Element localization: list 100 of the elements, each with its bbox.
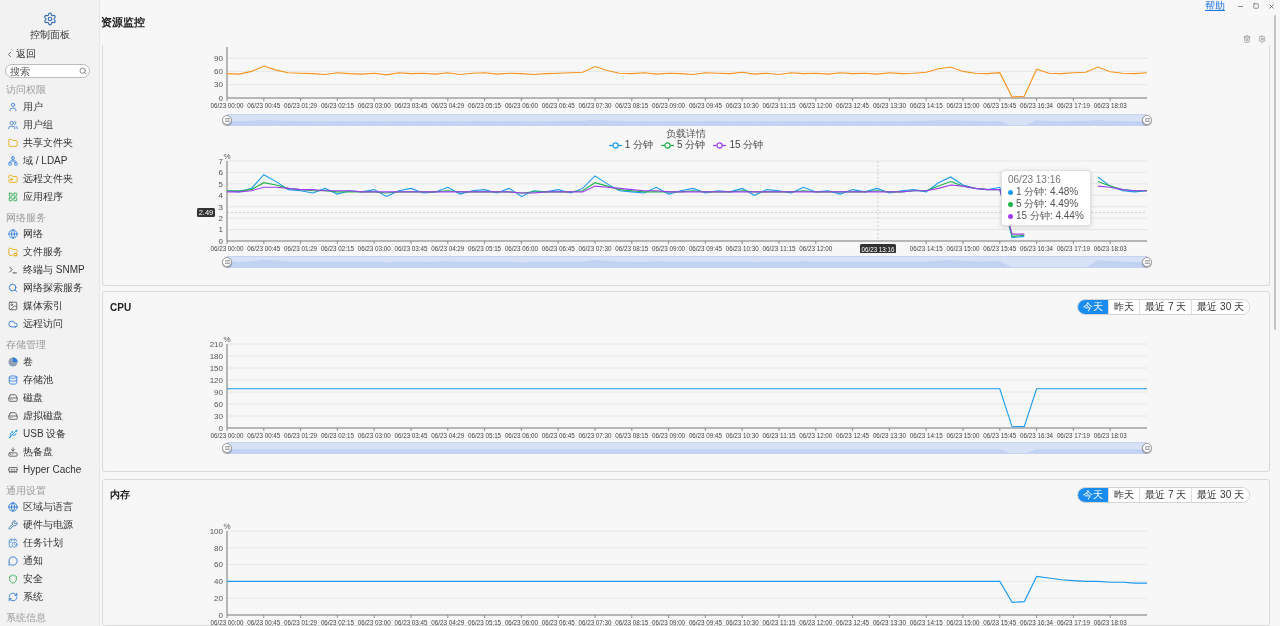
tick-label: 3 [218,202,223,212]
refresh-icon [8,592,18,603]
tick-label: 0 [218,610,223,620]
slider-handle[interactable] [1142,443,1152,453]
sidebar-item[interactable]: 远程访问 [0,315,99,334]
tick-label: 30 [214,80,223,90]
close-icon[interactable] [1268,2,1275,10]
tick-label: 20 [214,594,223,603]
user-icon [8,101,18,112]
sidebar-item[interactable]: 磁盘 [0,388,99,407]
tick-label: 120 [209,375,223,385]
axis-unit: % [223,152,231,161]
sidebar-item[interactable]: 用户组 [0,115,99,134]
tick-label: 5 [218,179,223,189]
sidebar-item[interactable]: 存储池 [0,371,99,389]
tick-label: 1 [218,225,223,235]
database-icon [8,374,18,385]
y-axis [226,46,228,99]
wrench-icon [8,520,18,531]
chat-bubble-icon [8,556,18,567]
sidebar-item[interactable]: 通知 [0,552,99,571]
tooltip-value: 5 分钟: 4.49% [1016,198,1079,210]
range-tab[interactable]: 最近 30 天 [1191,300,1249,314]
pie-icon [8,357,18,367]
tick-label: 06/23 18:03 [1093,618,1136,625]
trash-icon[interactable] [1243,34,1251,43]
tick-label: 60 [214,560,223,570]
maximize-icon[interactable] [1253,3,1259,9]
slider-handle[interactable] [1142,115,1152,125]
panel-title: CPU [110,301,132,313]
sidebar-group-title: 存储管理 [5,338,47,353]
memory-icon [8,464,18,475]
sidebar-item[interactable]: USB 设备 [0,424,99,443]
tick-label: 6 [218,168,223,178]
sidebar-item[interactable]: 网络 [0,225,99,244]
search-icon [8,283,18,294]
tick-label: 0 [218,93,223,103]
tick-label: 06/23 18:03 [1093,431,1136,439]
grid-icon [8,191,18,202]
sidebar-group-title: 访问权限 [5,83,47,97]
folder-icon [8,247,18,258]
sidebar-item[interactable]: 共享文件夹 [0,133,99,152]
range-tab[interactable]: 最近 30 天 [1191,488,1249,502]
slider-handle[interactable] [1142,257,1152,267]
sidebar-item[interactable]: 远程文件夹 [0,169,99,188]
sidebar-item[interactable]: 应用程序 [0,187,99,206]
sidebar-item[interactable]: 区域与语言 [0,498,99,517]
sidebar-item[interactable]: 虚拟磁盘 [0,406,99,425]
tick-label: 210 [209,339,223,349]
legend-item[interactable]: 5 分钟 [661,138,706,152]
hard-drive-icon [8,410,18,421]
sidebar-item[interactable]: 终端与 SNMP [0,261,99,280]
tick-label: 150 [209,363,223,373]
settings-icon[interactable] [1258,34,1266,43]
tick-label: 90 [214,387,223,397]
sidebar-item[interactable]: 硬件与电源 [0,516,99,535]
tick-label: 2 [218,213,223,223]
scrollbar-thumb[interactable] [1274,15,1276,330]
back-link[interactable]: 返回 [0,47,36,61]
sidebar-item[interactable]: 卷 [0,353,99,371]
sidebar-item[interactable]: 任务计划 [0,534,99,553]
sidebar-item[interactable]: 热备盘 [0,442,99,461]
sidebar-item[interactable]: 安全 [0,570,99,589]
slider-handle[interactable] [222,257,232,267]
sidebar-item[interactable]: Hyper Cache [0,460,99,479]
cloud-icon [8,319,18,330]
sidebar-item[interactable]: 文件服务 [0,243,99,262]
sidebar-item[interactable]: 系统 [0,588,99,607]
sidebar-item[interactable]: 媒体索引 [0,297,99,316]
sidebar-item[interactable]: 用户 [0,98,99,116]
tick-label: 0 [218,423,223,433]
tick-label: 180 [209,351,223,361]
sidebar-group-title: 系统信息 [5,611,47,626]
panel-title: 内存 [110,488,130,502]
legend-item[interactable]: 1 分钟 [608,138,654,152]
tick-label: 40 [214,577,223,587]
legend-title: 负载详情 [665,128,707,139]
tick-label: 30 [214,411,223,421]
sidebar-group-title: 通用设置 [5,483,47,498]
legend-item[interactable]: 15 分钟 [713,138,764,152]
tooltip-value: 15 分钟: 4.44% [1016,210,1084,222]
sidebar-title: 控制面板 [29,28,70,42]
search-field[interactable]: 搜索 [5,64,90,78]
settings-icon [42,12,57,26]
axis-unit: % [223,522,231,531]
image-icon [8,301,18,312]
sidebar-item[interactable]: 域 / LDAP [0,151,99,170]
tick-label: 60 [214,67,223,77]
tooltip-value: 1 分钟: 4.48% [1016,186,1079,198]
tick-label: 60 [214,399,223,409]
hard-drive-icon [8,392,18,403]
calendar-icon [8,538,18,549]
slider-handle[interactable] [222,443,232,453]
tick-label: 06/23 18:03 [1093,101,1136,110]
slider-handle[interactable] [222,115,232,125]
tick-label: 4 [218,191,223,201]
help-link[interactable]: 帮助 [1205,0,1225,12]
sidebar-item[interactable]: 网络探索服务 [0,279,99,298]
axis-unit: % [223,335,231,344]
sidebar-group-title: 网络服务 [5,210,47,225]
